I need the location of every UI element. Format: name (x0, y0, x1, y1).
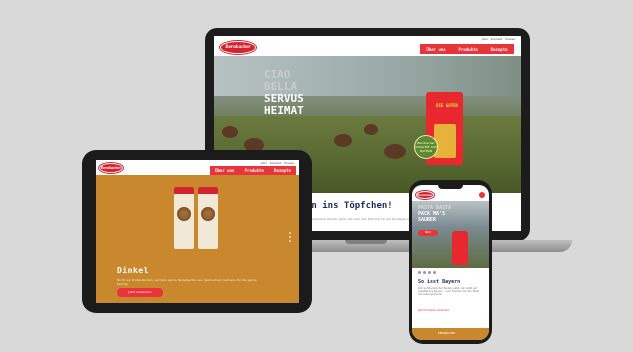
dinkel-pack-image (174, 187, 194, 249)
tablet-screen: Bernbacher Jobs Kontakt Presse Über uns … (96, 160, 299, 303)
laptop-logo[interactable]: Bernbacher (220, 41, 256, 54)
phone-hero-button[interactable]: Mehr (418, 230, 438, 236)
chicken-image (364, 124, 378, 135)
tablet-logo[interactable]: Bernbacher (99, 163, 123, 173)
phone-hero-line-1: PASTA BASTA (418, 205, 452, 211)
pack-window (434, 124, 456, 158)
phone-footer-text: BERNBACHER (438, 332, 456, 335)
phone-pack-image (452, 231, 468, 265)
top-link-jobs[interactable]: Jobs (261, 161, 267, 165)
chicken-image (222, 126, 238, 138)
hero-sky (214, 56, 521, 96)
tablet-title: Dinkel (117, 266, 149, 275)
laptop-notch (345, 240, 387, 244)
tablet-nav: Über uns Produkte Rezepte (210, 166, 296, 175)
dinkel-pack-image (198, 187, 218, 249)
menu-icon[interactable] (479, 192, 485, 198)
nav-recipes[interactable]: Rezepte (274, 168, 291, 173)
tablet-text: Nicht nur Dinkel-Nudeln, sondern ganze N… (117, 278, 257, 286)
chicken-image (384, 144, 406, 159)
nav-about[interactable]: Über uns (426, 47, 445, 52)
phone-logo[interactable]: Bernbacher (416, 191, 434, 199)
chicken-image (334, 134, 352, 147)
top-link-press[interactable]: Presse (284, 161, 294, 165)
laptop-nav: Über uns Produkte Rezepte (420, 44, 514, 54)
phone-hero-line-3: SAUBER (418, 217, 437, 223)
hero-line-4: HEIMAT (264, 104, 304, 117)
top-link-contact[interactable]: Kontakt (270, 161, 281, 165)
phone-hero-heading: PASTA BASTA PACK MA'S SAUBER (418, 205, 451, 223)
hero-line-2: BELLA (264, 80, 298, 93)
nav-recipes[interactable]: Rezepte (491, 47, 508, 52)
phone-notch (438, 185, 463, 189)
top-link-jobs[interactable]: Jobs (482, 37, 488, 41)
phone-section-title: So isst Bayern (418, 279, 461, 285)
phone-section-text: Wer auf Bernbacher Nudeln setzt, der set… (418, 287, 480, 297)
phone-screen: Bernbacher PASTA BASTA PACK MA'S SAUBER … (412, 185, 489, 340)
badge-text: Bernbacher QUALITÄT AUS BAYERN (415, 141, 437, 153)
pack-label: DIE GUTEN (436, 103, 458, 108)
nav-about[interactable]: Über uns (215, 168, 234, 173)
nav-products[interactable]: Produkte (459, 47, 478, 52)
discover-button[interactable]: Jetzt entdecken (117, 288, 163, 297)
intro-heading: en ins Töpfchen! (306, 201, 393, 211)
top-link-contact[interactable]: Kontakt (491, 37, 502, 41)
hero-heading: CIAO BELLA SERVUS HEIMAT (264, 69, 304, 117)
phone-products-link[interactable]: Jetzt Produkte entdecken (418, 309, 449, 312)
tablet-top-links: Jobs Kontakt Presse (261, 161, 294, 165)
slider-dots[interactable] (289, 232, 292, 244)
laptop-top-links: Jobs Kontakt Presse (482, 37, 515, 41)
laptop-top-bar (214, 36, 521, 44)
phone-slider-dots[interactable] (418, 271, 436, 274)
nav-products[interactable]: Produkte (245, 168, 264, 173)
quality-badge: Bernbacher QUALITÄT AUS BAYERN (414, 135, 438, 159)
top-link-press[interactable]: Presse (505, 37, 515, 41)
